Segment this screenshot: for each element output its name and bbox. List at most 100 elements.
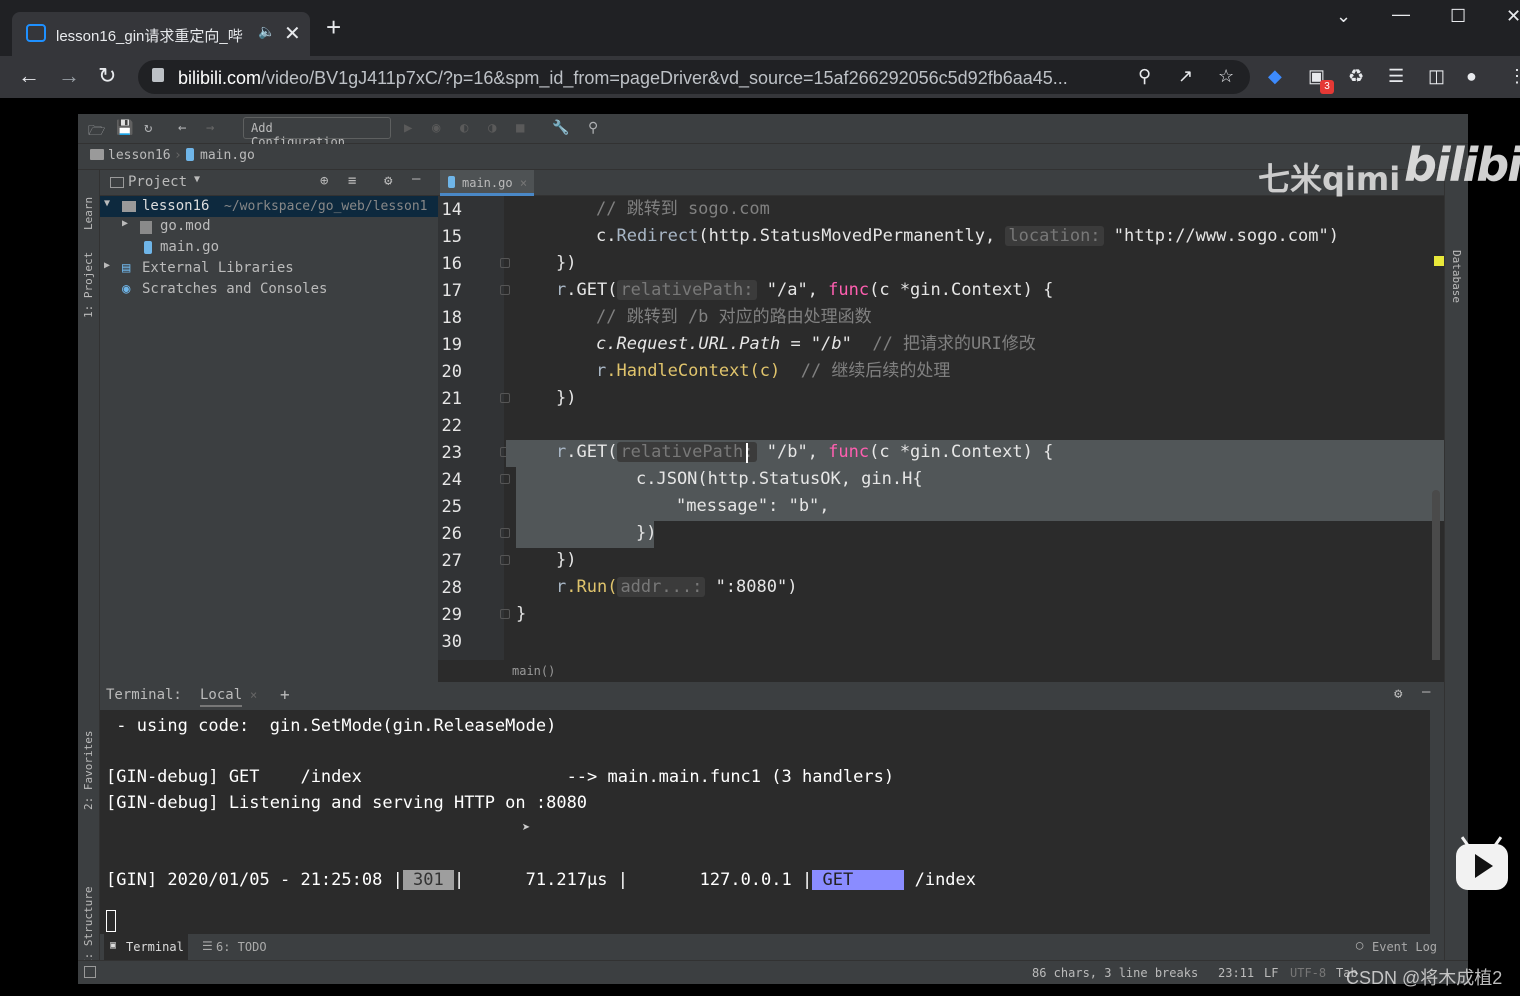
tab-search-chevron-icon[interactable]: ⌄	[1336, 6, 1351, 27]
code-line-26: })	[636, 523, 657, 543]
line-separator: LF	[1264, 966, 1279, 980]
library-icon: ▤	[122, 260, 131, 276]
settings-gear-icon: ⚙	[384, 173, 393, 189]
back-icon: ←	[178, 120, 187, 136]
tree-item-go-mod: ▶ go.mod	[122, 218, 211, 234]
code-line-23: r.GET(relativePath: "/b", func(c *gin.Co…	[556, 442, 1054, 462]
bookmark-star-icon[interactable]: ☆	[1218, 66, 1234, 87]
status-bar: 86 chars, 3 line breaks 23:11 LF UTF-8 T…	[78, 960, 1468, 984]
structure-tool-tab: Z: Structure	[82, 886, 95, 966]
ide-toolbar: 🗁 💾 ↻ ← → Add Configuration... ▶ ◉ ◐ ◑ ■…	[78, 114, 1468, 149]
stop-icon: ■	[516, 120, 525, 136]
code-line-21: })	[556, 388, 577, 408]
fold-marker-icon	[500, 258, 510, 268]
line-number: 21	[441, 389, 462, 409]
fold-marker-icon	[500, 555, 510, 565]
line-number: 19	[441, 335, 462, 355]
address-bar[interactable]: bilibili.com/video/BV1gJ411p7xC/?p=16&sp…	[138, 60, 1250, 94]
folder-icon	[90, 149, 104, 160]
editor-breadcrumb-footer: main()	[438, 660, 1444, 682]
uploader-watermark: 七米qimi	[1258, 160, 1401, 198]
line-gutter: 14 15 16 17 18 19 20 21 22 23 24 25 26 2…	[438, 196, 510, 660]
terminal-cursor	[106, 910, 116, 932]
extensions-puzzle-icon[interactable]: ♻	[1348, 66, 1364, 87]
line-number: 29	[441, 605, 462, 625]
sync-icon: ↻	[144, 120, 153, 136]
new-tab-button[interactable]: +	[326, 14, 341, 40]
hide-terminal-icon: —	[1422, 684, 1431, 700]
reload-icon[interactable]: ↻	[98, 64, 116, 88]
line-number: 24	[441, 470, 462, 490]
back-arrow-icon[interactable]: ←	[18, 64, 40, 88]
file-encoding: UTF-8	[1290, 966, 1327, 980]
tree-collapsed-icon: ▶	[104, 260, 111, 271]
project-panel: Project ▼ ⊕ ≡ ⚙ — ▼ lesson16 ~/workspace…	[100, 170, 438, 682]
inspection-status-icon	[1434, 256, 1444, 266]
extension-badge: 3	[1320, 80, 1334, 94]
fold-marker-icon	[500, 528, 510, 538]
close-window-button[interactable]: ✕	[1506, 6, 1520, 27]
dropdown-caret-icon: ▼	[194, 174, 201, 185]
video-player[interactable]: 🗁 💾 ↻ ← → Add Configuration... ▶ ◉ ◐ ◑ ■…	[0, 98, 1520, 996]
close-tab-icon: ×	[250, 688, 258, 702]
line-number: 23	[441, 443, 462, 463]
forward-arrow-icon[interactable]: →	[58, 64, 80, 88]
todo-list-icon: ☰	[202, 939, 213, 953]
fold-marker-icon	[500, 285, 510, 295]
tree-item-lesson16: ▼ lesson16 ~/workspace/go_web/lesson1	[100, 196, 438, 217]
line-number: 27	[441, 551, 462, 571]
breadcrumb-file: main.go	[200, 148, 255, 163]
terminal-tool-tab: Terminal	[126, 940, 184, 954]
add-configuration-button: Add Configuration...	[243, 117, 391, 149]
side-panel-icon[interactable]: ◫	[1428, 66, 1445, 87]
browser-tab[interactable]: lesson16_gin请求重定向_哔 🔈 ✕	[12, 12, 310, 56]
terminal-request-log: [GIN] 2020/01/05 - 21:25:08 | 301 | 71.2…	[106, 870, 977, 890]
minimize-button[interactable]: —	[1392, 4, 1410, 25]
line-number: 22	[441, 416, 462, 436]
line-number: 30	[441, 632, 462, 652]
terminal-header: Terminal: Local × + ⚙ —	[100, 682, 1444, 710]
terminal-line: [GIN-debug] Listening and serving HTTP o…	[106, 793, 588, 813]
selection-info: 86 chars, 3 line breaks	[1032, 966, 1199, 980]
close-tab-icon: ×	[519, 176, 528, 190]
code-line-17: r.GET(relativePath: "/a", func(c *gin.Co…	[556, 280, 1054, 300]
project-tool-tab: 1: Project	[82, 251, 95, 318]
line-number: 26	[441, 524, 462, 544]
line-number: 25	[441, 497, 462, 517]
share-icon[interactable]: ↗	[1178, 66, 1193, 87]
todo-tool-tab: 6: TODO	[216, 940, 267, 954]
forward-icon: →	[206, 120, 215, 136]
scratches-icon: ◉	[122, 281, 131, 297]
code-line-28: r.Run(addr...: ":8080")	[556, 577, 798, 597]
url-text[interactable]: bilibili.com/video/BV1gJ411p7xC/?p=16&sp…	[178, 68, 1128, 89]
terminal-label: Terminal:	[106, 687, 182, 703]
zoom-search-icon[interactable]: ⚲	[1138, 66, 1151, 87]
tree-expand-icon: ▼	[104, 198, 111, 209]
line-number: 18	[441, 308, 462, 328]
bilibili-tv-icon	[26, 24, 46, 42]
bilibili-tv-play-icon[interactable]	[1456, 836, 1508, 890]
new-terminal-button: +	[280, 685, 290, 704]
code-line-16: })	[556, 253, 577, 273]
database-tool-tab: Database	[1450, 250, 1463, 303]
browser-toolbar: ← → ↻ bilibili.com/video/BV1gJ411p7xC/?p…	[0, 56, 1520, 98]
code-line-29: }	[516, 604, 527, 624]
reading-list-icon[interactable]: ☰	[1388, 66, 1404, 87]
favorites-tool-tab: 2: Favorites	[82, 730, 95, 810]
terminal-line: [GIN-debug] GET /index --> main.main.fun…	[106, 767, 895, 787]
speaker-icon[interactable]: 🔈	[258, 23, 275, 40]
debug-icon: ◉	[432, 120, 441, 136]
terminal-icon: ▣	[110, 940, 117, 951]
search-icon: ⚲	[588, 120, 599, 136]
open-folder-icon: 🗁	[88, 123, 106, 139]
project-view-icon	[110, 177, 124, 188]
extension-diamond-icon[interactable]: ◆	[1268, 66, 1282, 87]
menu-kebab-icon[interactable]: ⋮	[1508, 66, 1520, 87]
play-triangle-icon	[1475, 854, 1493, 878]
profile-avatar-icon[interactable]: ●	[1466, 66, 1477, 87]
folder-icon	[122, 201, 136, 212]
maximize-button[interactable]: ☐	[1450, 6, 1466, 27]
run-icon: ▶	[404, 120, 413, 136]
line-number: 20	[441, 362, 462, 382]
close-tab-icon[interactable]: ✕	[284, 21, 301, 46]
